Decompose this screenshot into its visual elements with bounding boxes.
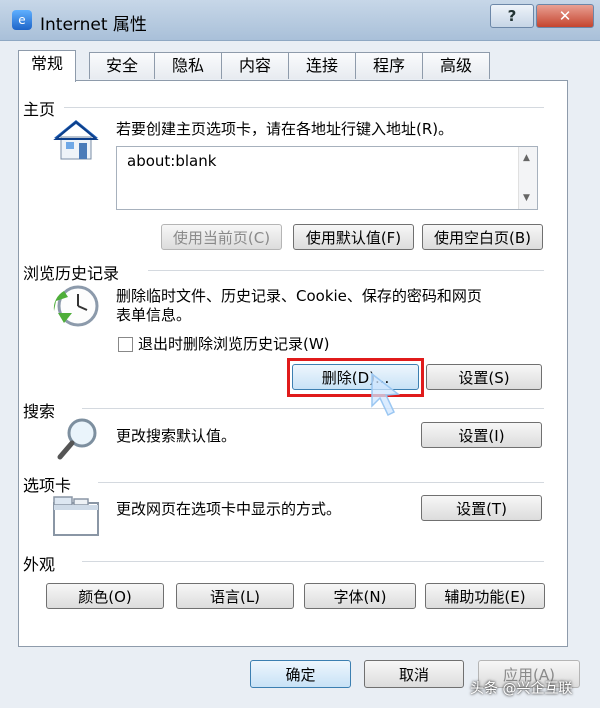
fonts-button[interactable]: 字体(N) [304,583,416,609]
history-description-line1: 删除临时文件、历史记录、Cookie、保存的密码和网页 [116,287,482,305]
search-section-title: 搜索 [23,402,56,421]
delete-on-exit-checkbox[interactable] [118,337,133,352]
tabs-window-icon [52,495,100,541]
watermark: 头条 @兴企互联 [470,681,573,697]
tab-connections[interactable]: 连接 [288,52,356,79]
history-description-line2: 表单信息。 [116,306,192,324]
tab-programs[interactable]: 程序 [355,52,423,79]
colors-button[interactable]: 颜色(O) [46,583,164,609]
homepage-divider [64,107,544,108]
mouse-cursor-icon [368,370,402,422]
highlight-box [287,358,424,397]
search-divider [82,408,544,409]
tab-privacy[interactable]: 隐私 [154,52,222,79]
homepage-url-textarea[interactable]: about:blank ▲ ▼ [116,146,538,210]
window-title: Internet 属性 [40,15,147,35]
history-section-title: 浏览历史记录 [23,264,120,283]
accessibility-button[interactable]: 辅助功能(E) [425,583,545,609]
history-divider [148,270,544,271]
close-button[interactable]: ✕ [536,4,594,28]
tab-content[interactable]: 内容 [221,52,289,79]
delete-on-exit-label[interactable]: 退出时删除浏览历史记录(W) [138,335,330,354]
tab-advanced[interactable]: 高级 [422,52,490,79]
url-scrollbar[interactable]: ▲ ▼ [518,147,537,209]
internet-explorer-icon: e [12,10,32,30]
history-clock-icon [50,283,102,333]
tabs-divider [98,482,544,483]
tab-security[interactable]: 安全 [89,52,155,79]
tabs-section-title: 选项卡 [23,476,72,495]
use-default-button[interactable]: 使用默认值(F) [293,224,414,250]
magnifier-icon [56,417,102,465]
history-settings-button[interactable]: 设置(S) [426,364,542,390]
tab-general[interactable]: 常规 [18,50,76,82]
appearance-section-title: 外观 [23,555,56,574]
scroll-down-icon[interactable]: ▼ [523,193,530,203]
appearance-divider [82,561,544,562]
search-description: 更改搜索默认值。 [116,427,237,445]
cancel-button[interactable]: 取消 [364,660,464,688]
homepage-url-value: about:blank [127,152,217,170]
use-current-button[interactable]: 使用当前页(C) [161,224,282,250]
ok-button[interactable]: 确定 [250,660,351,688]
help-button[interactable]: ? [490,4,534,28]
title-bar: e Internet 属性 ? ✕ [0,0,600,41]
search-settings-button[interactable]: 设置(I) [421,422,542,448]
home-icon [50,116,102,166]
tabs-description: 更改网页在选项卡中显示的方式。 [116,500,342,518]
languages-button[interactable]: 语言(L) [176,583,294,609]
scroll-up-icon[interactable]: ▲ [523,153,530,163]
homepage-description: 若要创建主页选项卡，请在各地址行键入地址(R)。 [116,120,454,138]
use-blank-button[interactable]: 使用空白页(B) [422,224,543,250]
tabs-settings-button[interactable]: 设置(T) [421,495,542,521]
